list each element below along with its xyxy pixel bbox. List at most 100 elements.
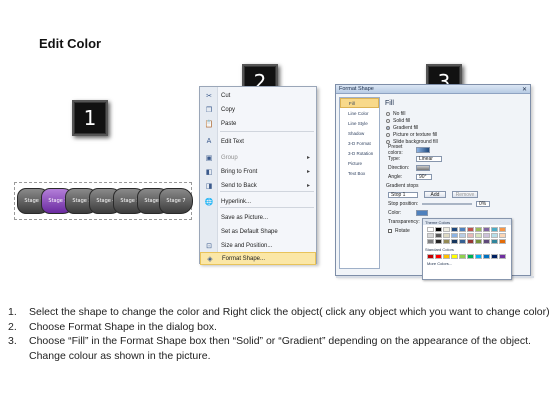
color-swatch[interactable] bbox=[483, 227, 490, 232]
color-swatch[interactable] bbox=[475, 254, 482, 259]
stage-label: Stage 7 bbox=[166, 198, 186, 204]
color-swatch[interactable] bbox=[451, 254, 458, 259]
color-swatch[interactable] bbox=[491, 233, 498, 238]
fill-option[interactable]: Solid fill bbox=[384, 117, 527, 124]
color-swatch[interactable] bbox=[459, 239, 466, 244]
color-swatch[interactable] bbox=[427, 254, 434, 259]
radio-button[interactable] bbox=[386, 125, 390, 130]
color-swatch[interactable] bbox=[467, 254, 474, 259]
color-swatch[interactable] bbox=[435, 239, 442, 244]
radio-button[interactable] bbox=[386, 111, 390, 116]
gradient-stops-label: Gradient stops bbox=[386, 182, 419, 189]
color-swatch[interactable] bbox=[451, 239, 458, 244]
radio-button[interactable] bbox=[386, 118, 390, 123]
color-swatch[interactable] bbox=[483, 254, 490, 259]
context-menu: ✂ Cut ❐ Copy 📋 Paste A Edit Text ▣ Group ▸ ◧ Bring t… bbox=[199, 86, 317, 265]
menu-item-label: Group bbox=[221, 154, 238, 161]
color-swatch[interactable] bbox=[427, 239, 434, 244]
color-swatch[interactable] bbox=[467, 233, 474, 238]
color-swatch[interactable] bbox=[451, 233, 458, 238]
stop-position-field[interactable]: 0% bbox=[476, 200, 490, 207]
menu-item[interactable]: A Edit Text bbox=[200, 135, 316, 148]
color-swatch[interactable] bbox=[467, 227, 474, 232]
color-swatch[interactable] bbox=[475, 233, 482, 238]
color-swatch[interactable] bbox=[499, 233, 506, 238]
transparency-label: Transparency: bbox=[388, 218, 420, 225]
menu-item[interactable]: ✂ Cut bbox=[200, 89, 316, 102]
hyperlink-icon: 🌐 bbox=[204, 198, 214, 206]
more-colors-link[interactable]: More Colors... bbox=[423, 261, 511, 266]
instruction-item: 2. Choose Format Shape in the dialog box. bbox=[8, 320, 556, 335]
menu-item-label: Size and Position... bbox=[221, 242, 273, 249]
color-swatch[interactable] bbox=[483, 239, 490, 244]
fill-option-label: Solid fill bbox=[393, 117, 411, 124]
color-swatch[interactable] bbox=[459, 254, 466, 259]
bring-front-icon: ◧ bbox=[205, 168, 213, 176]
color-swatch[interactable] bbox=[499, 227, 506, 232]
type-label: Type: bbox=[388, 155, 401, 162]
add-stop-button[interactable]: Add bbox=[424, 191, 446, 198]
checkbox[interactable] bbox=[388, 228, 392, 233]
menu-item[interactable]: ❐ Copy bbox=[200, 103, 316, 116]
radio-button[interactable] bbox=[386, 132, 390, 137]
menu-item[interactable]: Set as Default Shape bbox=[200, 225, 316, 238]
category-item[interactable]: Text Box bbox=[340, 168, 379, 178]
color-swatch[interactable] bbox=[427, 233, 434, 238]
color-swatch[interactable] bbox=[483, 233, 490, 238]
stops-controls-row: Stop 1 Add Remove bbox=[384, 190, 527, 199]
category-item[interactable]: 3-D Format bbox=[340, 138, 379, 148]
color-swatch[interactable] bbox=[499, 254, 506, 259]
paste-icon: 📋 bbox=[204, 120, 214, 128]
color-swatch[interactable] bbox=[435, 254, 442, 259]
color-swatch[interactable] bbox=[427, 227, 434, 232]
fill-option-label: Gradient fill bbox=[393, 124, 419, 131]
color-swatch[interactable] bbox=[491, 227, 498, 232]
menu-item-label: Set as Default Shape bbox=[221, 228, 278, 235]
category-item[interactable]: Picture bbox=[340, 158, 379, 168]
color-swatch[interactable] bbox=[443, 239, 450, 244]
category-item[interactable]: Fill bbox=[340, 98, 379, 108]
fill-option[interactable]: Picture or texture fill bbox=[384, 131, 527, 138]
menu-item[interactable]: 📋 Paste bbox=[200, 117, 316, 130]
menu-item[interactable]: ▣ Group ▸ bbox=[200, 151, 316, 164]
color-swatch[interactable] bbox=[499, 239, 506, 244]
color-swatch[interactable] bbox=[443, 227, 450, 232]
format-shape-icon: ◈ bbox=[207, 255, 213, 263]
color-swatch[interactable] bbox=[475, 227, 482, 232]
menu-item[interactable]: ◧ Bring to Front ▸ bbox=[200, 165, 316, 178]
menu-item[interactable]: ◈ Format Shape... bbox=[200, 252, 316, 265]
fill-option[interactable]: No fill bbox=[384, 110, 527, 117]
color-swatch[interactable] bbox=[475, 239, 482, 244]
type-dropdown[interactable]: Linear bbox=[416, 155, 442, 162]
remove-stop-button[interactable]: Remove bbox=[452, 191, 478, 198]
stop-dropdown[interactable]: Stop 1 bbox=[388, 191, 418, 198]
category-item[interactable]: 3-D Rotation bbox=[340, 148, 379, 158]
menu-item-label: Save as Picture... bbox=[221, 214, 269, 221]
submenu-arrow-icon: ▸ bbox=[306, 169, 310, 175]
close-icon[interactable]: ✕ bbox=[522, 86, 527, 93]
color-swatch[interactable] bbox=[435, 227, 442, 232]
angle-field[interactable]: 90° bbox=[416, 173, 432, 180]
color-swatch[interactable] bbox=[491, 239, 498, 244]
color-swatch[interactable] bbox=[459, 233, 466, 238]
color-swatch[interactable] bbox=[459, 227, 466, 232]
stage-shapes-selection[interactable]: Stage 1 Stage 2 Stage 3 Stage 4 Stage 5 … bbox=[14, 182, 193, 220]
fill-option[interactable]: Gradient fill bbox=[384, 124, 527, 131]
color-swatch[interactable] bbox=[451, 227, 458, 232]
direction-dropdown[interactable] bbox=[416, 164, 430, 171]
stop-position-slider[interactable] bbox=[422, 202, 472, 205]
color-swatch[interactable] bbox=[435, 233, 442, 238]
color-swatch[interactable] bbox=[443, 233, 450, 238]
category-item[interactable]: Shadow bbox=[340, 128, 379, 138]
color-swatch[interactable] bbox=[491, 254, 498, 259]
category-item[interactable]: Line Style bbox=[340, 118, 379, 128]
menu-item[interactable]: Save as Picture... bbox=[200, 211, 316, 224]
preset-colors-dropdown[interactable] bbox=[416, 146, 430, 153]
stop-position-row: Stop position: 0% bbox=[384, 199, 527, 208]
stage-shape[interactable]: Stage 7 bbox=[159, 188, 193, 214]
menu-item[interactable]: ⊡ Size and Position... bbox=[200, 239, 316, 252]
color-dropdown[interactable] bbox=[416, 209, 428, 216]
category-item[interactable]: Line Color bbox=[340, 108, 379, 118]
color-swatch[interactable] bbox=[443, 254, 450, 259]
color-swatch[interactable] bbox=[467, 239, 474, 244]
